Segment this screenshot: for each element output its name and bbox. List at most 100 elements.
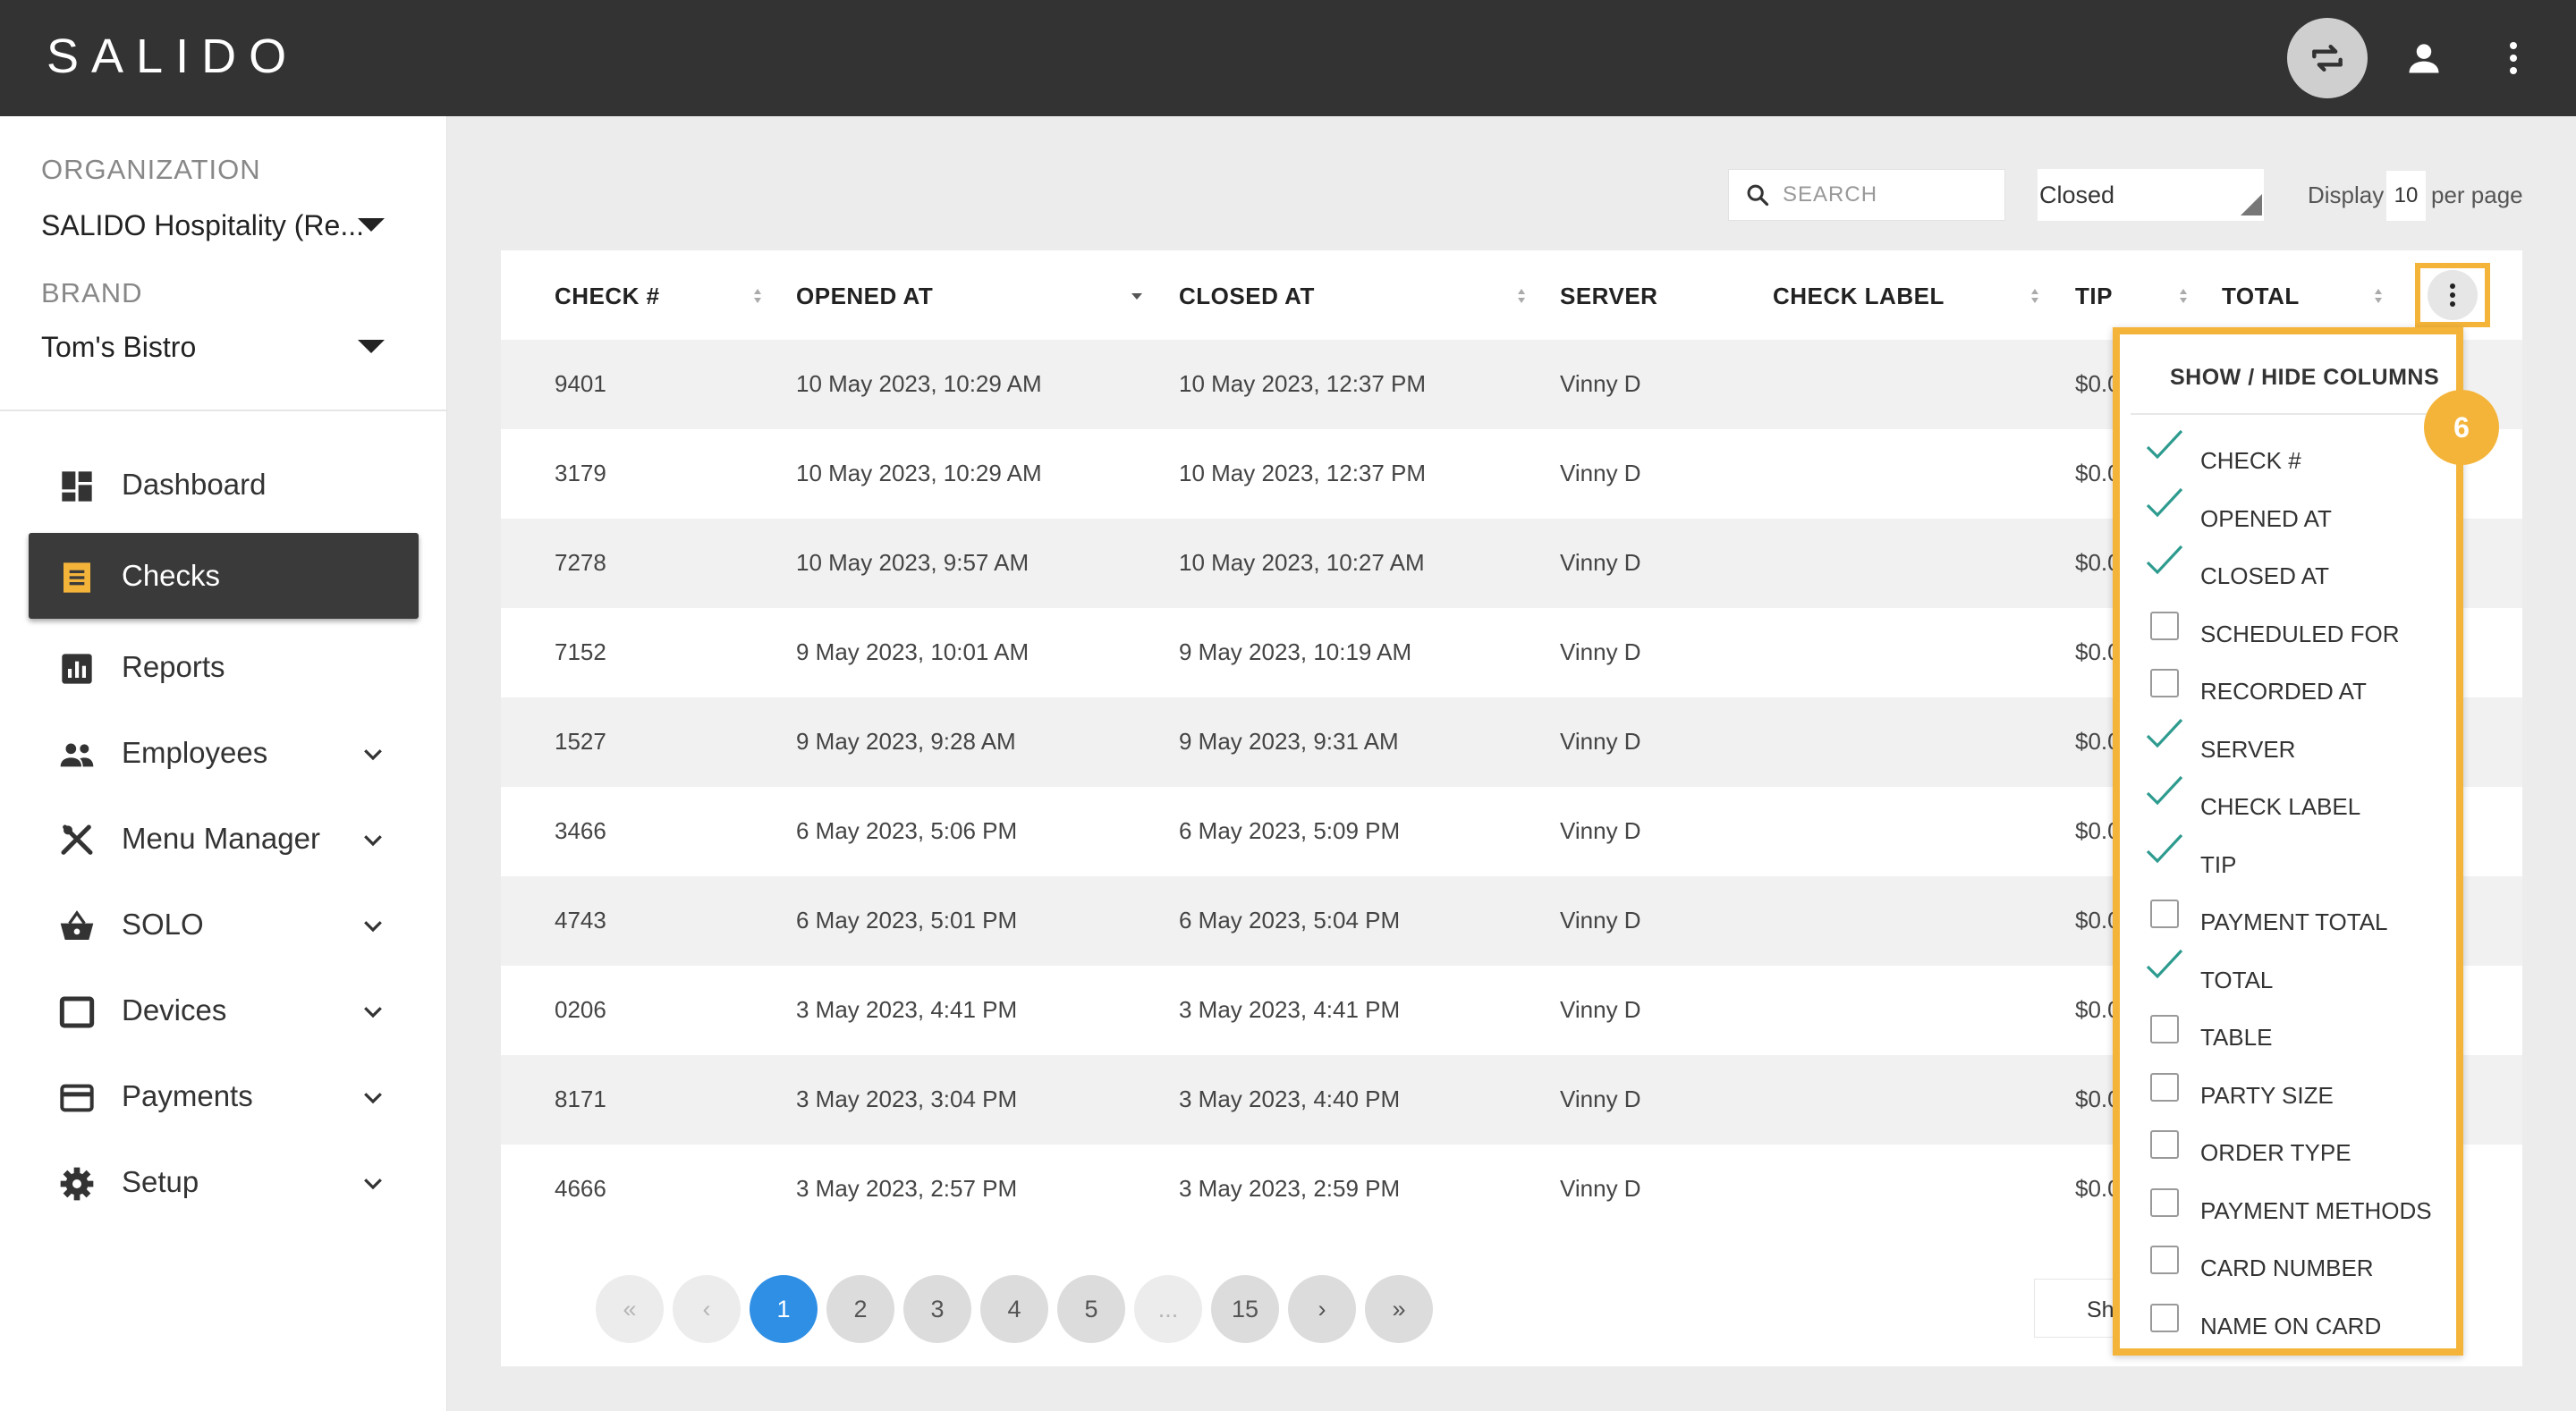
column-option[interactable]: PAYMENT METHODS — [2145, 1183, 2449, 1228]
column-option[interactable]: ORDER TYPE — [2145, 1125, 2449, 1170]
page-button[interactable]: 3 — [903, 1275, 971, 1343]
column-option[interactable]: PAYMENT TOTAL — [2145, 894, 2449, 939]
brand-caret-icon[interactable] — [358, 340, 385, 353]
column-option[interactable]: TIP — [2145, 833, 2449, 882]
search-icon — [1747, 184, 1769, 207]
menu-divider — [2131, 413, 2449, 415]
cell-check-number: 3179 — [555, 460, 606, 486]
last-page-button[interactable]: » — [1365, 1275, 1433, 1343]
column-option[interactable]: RECORDED AT — [2145, 663, 2449, 708]
cell-server: Vinny D — [1560, 460, 1641, 486]
sidebar-item-setup[interactable]: Setup — [29, 1139, 419, 1225]
checkbox[interactable] — [2150, 1246, 2179, 1274]
checkbox[interactable] — [2150, 1303, 2179, 1332]
search-input[interactable] — [1783, 177, 1997, 213]
brand-select[interactable]: Tom's Bistro — [41, 331, 196, 364]
checkmark-icon[interactable] — [2145, 773, 2184, 809]
chevron-down-icon[interactable] — [360, 740, 386, 767]
checkbox[interactable] — [2150, 1072, 2179, 1102]
page-button[interactable]: 4 — [980, 1275, 1048, 1343]
column-header-check[interactable]: CHECK # — [555, 283, 660, 310]
sidebar-item-payments[interactable]: Payments — [29, 1053, 419, 1139]
checkbox[interactable] — [2150, 1015, 2179, 1043]
chevron-down-icon[interactable] — [360, 998, 386, 1025]
column-header-server[interactable]: SERVER — [1560, 283, 1657, 310]
chevron-down-icon[interactable] — [360, 826, 386, 853]
sort-icon[interactable] — [751, 286, 764, 306]
cell-check-number: 8171 — [555, 1086, 606, 1112]
column-option[interactable]: CLOSED AT — [2145, 545, 2449, 593]
column-option-label: CLOSED AT — [2200, 562, 2330, 589]
column-option[interactable]: PARTY SIZE — [2145, 1068, 2449, 1112]
sort-icon[interactable] — [2177, 286, 2190, 306]
chevron-down-icon[interactable] — [360, 1170, 386, 1196]
page-button[interactable]: 15 — [1211, 1275, 1279, 1343]
checkmark-icon[interactable] — [2145, 427, 2184, 463]
page-button[interactable]: 5 — [1057, 1275, 1125, 1343]
salido-logo[interactable]: SALIDO — [47, 29, 299, 84]
column-option[interactable]: TOTAL — [2145, 949, 2449, 997]
next-page-button[interactable]: › — [1288, 1275, 1356, 1343]
column-option[interactable]: CHECK # — [2145, 429, 2449, 477]
column-header-tip[interactable]: TIP — [2075, 283, 2113, 310]
organization-select[interactable]: SALIDO Hospitality (Re... — [41, 209, 364, 242]
chevron-down-icon[interactable] — [360, 912, 386, 939]
sort-icon[interactable] — [2372, 286, 2385, 306]
column-option-label: PAYMENT METHODS — [2200, 1196, 2432, 1224]
chevron-down-icon[interactable] — [360, 1084, 386, 1111]
checkmark-icon[interactable] — [2145, 716, 2184, 752]
sidebar-item-checks[interactable]: Checks — [29, 533, 419, 619]
per-page-input[interactable]: 10 — [2386, 171, 2426, 221]
prev-page-button[interactable]: ‹ — [673, 1275, 741, 1343]
column-header-total[interactable]: TOTAL — [2222, 283, 2300, 310]
cell-opened-at: 3 May 2023, 3:04 PM — [796, 1086, 1018, 1112]
sidebar-item-devices[interactable]: Devices — [29, 967, 419, 1053]
checkbox[interactable] — [2150, 611, 2179, 640]
checkmark-icon[interactable] — [2145, 947, 2184, 983]
column-header-check-label[interactable]: CHECK LABEL — [1773, 283, 1945, 310]
cell-opened-at: 10 May 2023, 10:29 AM — [796, 370, 1042, 397]
column-option[interactable]: OPENED AT — [2145, 487, 2449, 536]
column-header-opened-at[interactable]: OPENED AT — [796, 283, 933, 310]
column-option-label: OPENED AT — [2200, 504, 2332, 532]
header-menu-button[interactable] — [2482, 18, 2545, 98]
checkbox[interactable] — [2150, 1130, 2179, 1159]
column-option[interactable]: SERVER — [2145, 718, 2449, 766]
column-option[interactable]: SCHEDULED FOR — [2145, 606, 2449, 651]
page-button[interactable]: 2 — [826, 1275, 894, 1343]
column-options-button[interactable] — [2415, 263, 2490, 327]
column-option[interactable]: TABLE — [2145, 1010, 2449, 1054]
account-button[interactable] — [2384, 18, 2464, 98]
checkmark-icon[interactable] — [2145, 486, 2184, 521]
checkbox[interactable] — [2150, 669, 2179, 697]
sync-button[interactable] — [2287, 18, 2368, 98]
cell-closed-at: 9 May 2023, 10:19 AM — [1179, 638, 1412, 665]
cell-closed-at: 10 May 2023, 12:37 PM — [1179, 460, 1427, 486]
organization-caret-icon[interactable] — [358, 218, 385, 232]
sidebar-item-dashboard[interactable]: Dashboard — [29, 442, 419, 528]
basket-icon — [60, 910, 94, 940]
search-field[interactable] — [1728, 169, 2005, 221]
column-option-label: PAYMENT TOTAL — [2200, 908, 2388, 935]
first-page-button[interactable]: « — [596, 1275, 664, 1343]
page-button[interactable]: 1 — [750, 1275, 818, 1343]
sort-icon[interactable] — [2029, 286, 2041, 306]
column-header-closed-at[interactable]: CLOSED AT — [1179, 283, 1315, 310]
sort-desc-icon[interactable] — [1131, 286, 1143, 306]
column-option[interactable]: CHECK LABEL — [2145, 775, 2449, 824]
cell-check-number: 1527 — [555, 728, 606, 755]
sidebar-item-menu-manager[interactable]: Menu Manager — [29, 796, 419, 882]
checkmark-icon[interactable] — [2145, 543, 2184, 579]
checkbox[interactable] — [2150, 900, 2179, 928]
sidebar: ORGANIZATION SALIDO Hospitality (Re... B… — [0, 116, 447, 1411]
sidebar-item-employees[interactable]: Employees — [29, 710, 419, 796]
checkmark-icon[interactable] — [2145, 832, 2184, 867]
sort-icon[interactable] — [1515, 286, 1528, 306]
sidebar-item-solo[interactable]: SOLO — [29, 882, 419, 967]
checkbox[interactable] — [2150, 1187, 2179, 1217]
status-select[interactable]: Closed — [2038, 169, 2264, 221]
column-option[interactable]: NAME ON CARD — [2145, 1298, 2449, 1343]
cell-closed-at: 10 May 2023, 12:37 PM — [1179, 370, 1427, 397]
sidebar-item-reports[interactable]: Reports — [29, 624, 419, 710]
column-option[interactable]: CARD NUMBER — [2145, 1240, 2449, 1285]
